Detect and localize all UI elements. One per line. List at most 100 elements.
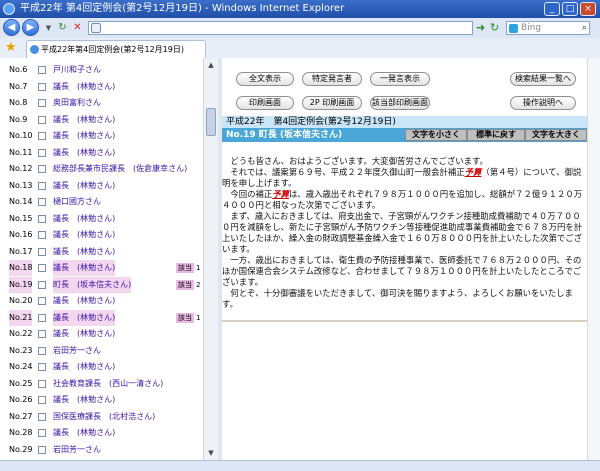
speaker-name-link[interactable]: 議長 (林勉さん) bbox=[53, 260, 116, 276]
speaker-name-link[interactable]: 国保医療課長 (北村浩さん) bbox=[53, 409, 155, 425]
speaker-name-link[interactable]: 議長 (林勉さん) bbox=[53, 178, 115, 194]
speaker-name-link[interactable]: 議長 (林勉さん) bbox=[53, 326, 115, 342]
speaker-list-item[interactable]: No.29 岩田芳一さん bbox=[0, 442, 203, 458]
speaker-checkbox[interactable] bbox=[38, 445, 46, 454]
speaker-name-link[interactable]: 岩田芳一さん bbox=[53, 442, 101, 458]
speaker-list-item[interactable]: No.19 町長 (坂本信夫さん) 該当 2 bbox=[0, 276, 203, 293]
print-hit-button[interactable]: 該当部印刷画面 bbox=[370, 96, 430, 110]
speaker-name-link[interactable]: 議長 (林勉さん) bbox=[53, 145, 115, 161]
favorites-star-icon[interactable]: ★ bbox=[5, 41, 17, 55]
forward-arrow-icon[interactable]: ▶ bbox=[22, 19, 39, 36]
speaker-name-link[interactable]: 議長 (林勉さん) bbox=[53, 227, 115, 243]
speaker-name-link[interactable]: 議長 (林勉さん) bbox=[53, 359, 115, 375]
speaker-checkbox[interactable] bbox=[38, 280, 46, 289]
speaker-name-link[interactable]: 総務部長兼市民課長 (佐倉康幸さん) bbox=[53, 161, 187, 177]
show-all-button[interactable]: 全文表示 bbox=[236, 72, 294, 86]
scrollbar-thumb[interactable] bbox=[206, 108, 216, 136]
speaker-list-item[interactable]: No.23 岩田芳一さん bbox=[0, 343, 203, 359]
speaker-checkbox[interactable] bbox=[38, 148, 46, 157]
go-arrow-icon[interactable]: ➜ bbox=[476, 22, 488, 34]
speaker-checkbox[interactable] bbox=[38, 313, 46, 322]
font-reset-button[interactable]: 標準に戻す bbox=[467, 129, 525, 141]
usage-guide-button[interactable]: 操作説明へ bbox=[510, 96, 576, 110]
close-button[interactable]: × bbox=[580, 2, 596, 16]
speaker-list-item[interactable]: No.16 議長 (林勉さん) bbox=[0, 227, 203, 243]
speaker-name-link[interactable]: 樋口國方さん bbox=[53, 194, 101, 210]
speaker-checkbox[interactable] bbox=[38, 115, 46, 124]
scroll-down-arrow-icon[interactable]: ▼ bbox=[206, 448, 216, 458]
speaker-name-link[interactable]: 議長 (林勉さん) bbox=[53, 211, 115, 227]
tab-current[interactable]: 平成22年第4回定例会(第2号12月19日) bbox=[26, 40, 206, 58]
speaker-checkbox[interactable] bbox=[38, 297, 46, 305]
speaker-list-item[interactable]: No.13 議長 (林勉さん) bbox=[0, 178, 203, 194]
font-smaller-button[interactable]: 文字を小さく bbox=[405, 129, 467, 141]
speaker-name-link[interactable]: 町長 (坂本信夫さん) bbox=[53, 276, 132, 293]
speaker-checkbox[interactable] bbox=[38, 99, 46, 107]
speaker-list-item[interactable]: No.10 議長 (林勉さん) bbox=[0, 128, 203, 144]
speaker-list-item[interactable]: No.15 議長 (林勉さん) bbox=[0, 211, 203, 227]
speaker-list-item[interactable]: No.6 戸川和子さん bbox=[0, 62, 203, 78]
refresh-icon[interactable]: ↻ bbox=[56, 22, 69, 34]
speaker-checkbox[interactable] bbox=[38, 330, 46, 338]
scroll-up-arrow-icon[interactable]: ▲ bbox=[206, 60, 216, 70]
speaker-checkbox[interactable] bbox=[38, 396, 46, 404]
speaker-list-item[interactable]: No.17 議長 (林勉さん) bbox=[0, 244, 203, 260]
speaker-checkbox[interactable] bbox=[38, 264, 46, 272]
show-speaker-button[interactable]: 特定発言者 bbox=[302, 72, 362, 86]
speaker-checkbox[interactable] bbox=[38, 66, 46, 74]
maximize-button[interactable]: □ bbox=[562, 2, 578, 16]
speaker-list-item[interactable]: No.21 議長 (林勉さん) 該当 1 bbox=[0, 309, 203, 326]
search-box[interactable]: Bing ⌕ bbox=[506, 21, 590, 35]
speaker-name-link[interactable]: 議長 (林勉さん) bbox=[53, 293, 115, 309]
speaker-name-link[interactable]: 社会教育課長 (西山一清さん) bbox=[53, 376, 163, 392]
speaker-list-item[interactable]: No.22 議長 (林勉さん) bbox=[0, 326, 203, 342]
back-to-results-button[interactable]: 検索結果一覧へ bbox=[510, 72, 576, 86]
speaker-checkbox[interactable] bbox=[38, 346, 46, 355]
speaker-name-link[interactable]: 奥田富利さん bbox=[53, 95, 101, 111]
speaker-checkbox[interactable] bbox=[38, 363, 46, 371]
speaker-list-item[interactable]: No.20 議長 (林勉さん) bbox=[0, 293, 203, 309]
speaker-checkbox[interactable] bbox=[38, 412, 46, 421]
font-larger-button[interactable]: 文字を大きく bbox=[525, 129, 587, 141]
speaker-list-item[interactable]: No.12 総務部長兼市民課長 (佐倉康幸さん) bbox=[0, 161, 203, 177]
speaker-list-item[interactable]: No.7 議長 (林勉さん) bbox=[0, 79, 203, 95]
speaker-name-link[interactable]: 戸川和子さん bbox=[53, 62, 101, 78]
speaker-list-item[interactable]: No.14 樋口國方さん bbox=[0, 194, 203, 210]
speaker-name-link[interactable]: 議長 (林勉さん) bbox=[53, 112, 115, 128]
history-dropdown-icon[interactable]: ▼ bbox=[42, 22, 55, 34]
speaker-list-scrollbar[interactable]: ▲ ▼ bbox=[203, 58, 218, 460]
speaker-checkbox[interactable] bbox=[38, 198, 46, 206]
speaker-list-item[interactable]: No.26 議長 (林勉さん) bbox=[0, 392, 203, 408]
speaker-checkbox[interactable] bbox=[38, 181, 46, 190]
address-bar[interactable] bbox=[88, 21, 473, 35]
speaker-checkbox[interactable] bbox=[38, 429, 46, 437]
speaker-name-link[interactable]: 議長 (林勉さん) bbox=[53, 79, 115, 95]
speaker-list-item[interactable]: No.25 社会教育課長 (西山一清さん) bbox=[0, 376, 203, 392]
search-icon[interactable]: ⌕ bbox=[582, 22, 587, 34]
back-arrow-icon[interactable]: ◀ bbox=[3, 19, 20, 36]
refresh-page-icon[interactable]: ↻ bbox=[490, 22, 502, 34]
speaker-checkbox[interactable] bbox=[38, 165, 46, 173]
speaker-list-item[interactable]: No.9 議長 (林勉さん) bbox=[0, 112, 203, 128]
speaker-checkbox[interactable] bbox=[38, 82, 46, 91]
print-screen-button[interactable]: 印刷画面 bbox=[236, 96, 294, 110]
speaker-list-item[interactable]: No.8 奥田富利さん bbox=[0, 95, 203, 111]
speaker-list-item[interactable]: No.18 議長 (林勉さん) 該当 1 bbox=[0, 260, 203, 276]
speaker-list-item[interactable]: No.11 議長 (林勉さん) bbox=[0, 145, 203, 161]
speaker-name-link[interactable]: 議長 (林勉さん) bbox=[53, 128, 115, 144]
speaker-checkbox[interactable] bbox=[38, 214, 46, 223]
speaker-name-link[interactable]: 議長 (林勉さん) bbox=[53, 392, 115, 408]
minutes-scrollbar[interactable] bbox=[587, 58, 600, 460]
speaker-name-link[interactable]: 議長 (林勉さん) bbox=[53, 309, 116, 326]
print-2p-button[interactable]: 2P 印刷画面 bbox=[302, 96, 362, 110]
speaker-list-item[interactable]: No.28 議長 (林勉さん) bbox=[0, 425, 203, 441]
show-hits-button[interactable]: 一発言表示 bbox=[370, 72, 430, 86]
speaker-list-item[interactable]: No.27 国保医療課長 (北村浩さん) bbox=[0, 409, 203, 425]
speaker-checkbox[interactable] bbox=[38, 247, 46, 256]
speaker-name-link[interactable]: 岩田芳一さん bbox=[53, 343, 101, 359]
speaker-checkbox[interactable] bbox=[38, 231, 46, 239]
stop-icon[interactable]: ✕ bbox=[71, 22, 84, 34]
speaker-list-item[interactable]: No.24 議長 (林勉さん) bbox=[0, 359, 203, 375]
speaker-name-link[interactable]: 議長 (林勉さん) bbox=[53, 244, 115, 260]
speaker-name-link[interactable]: 議長 (林勉さん) bbox=[53, 425, 115, 441]
